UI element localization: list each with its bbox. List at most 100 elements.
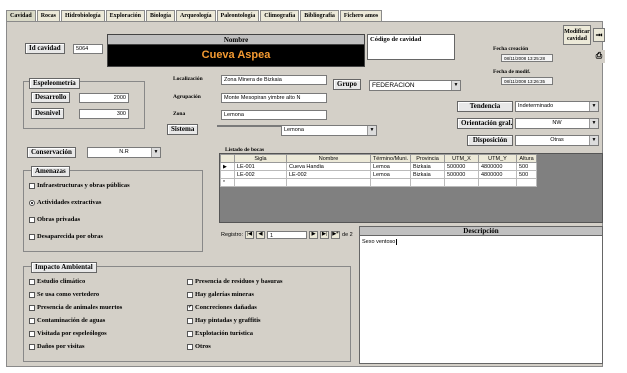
table-cell[interactable] [370, 178, 411, 187]
impacto-option[interactable]: Presencia de residuos y basuras [187, 278, 283, 285]
table-row[interactable]: ▶ LE-001 Cueva Handia Lemoa Bizkaia 500000 480… [220, 162, 537, 171]
checkbox-icon[interactable] [187, 317, 193, 324]
amenaza-option[interactable]: Infraestructuras y obras públicas [29, 182, 130, 189]
tendencia-combo[interactable]: Indeterminado ▼ [515, 101, 599, 112]
column-header[interactable]: Altura [516, 154, 537, 163]
column-header[interactable]: Sigla [234, 154, 287, 163]
table-cell[interactable] [516, 178, 537, 187]
checkbox-icon[interactable] [29, 199, 35, 206]
desarrollo-field[interactable]: 2000 [79, 93, 129, 103]
table-cell[interactable]: Lemoa [370, 162, 411, 171]
impacto-option[interactable]: Daños por visitas [29, 343, 85, 350]
checkbox-icon[interactable] [29, 330, 35, 337]
column-header[interactable]: Provincia [410, 154, 445, 163]
impacto-option[interactable]: Hay galerías mineras [187, 291, 254, 298]
impacto-option[interactable]: Presencia de animales muertos [29, 304, 122, 311]
conservacion-combo[interactable]: N.R ▼ [87, 147, 161, 158]
table-cell[interactable] [286, 178, 371, 187]
id-cavidad-field[interactable]: 5064 [73, 44, 103, 54]
new-row-icon[interactable]: * [220, 178, 235, 187]
table-cell[interactable] [234, 178, 287, 187]
chevron-down-icon[interactable]: ▼ [589, 136, 598, 145]
table-cell[interactable]: Bizkaia [410, 162, 445, 171]
table-cell[interactable]: LE-001 [234, 162, 287, 171]
column-header[interactable]: UTM_X [444, 154, 479, 163]
amenaza-option[interactable]: Obras privadas [29, 216, 80, 223]
agrupacion-field[interactable]: Monte Mesopiran yimbre alto N [221, 93, 327, 103]
checkbox-icon[interactable] [29, 304, 35, 311]
checkbox-icon[interactable] [187, 278, 193, 285]
column-header[interactable]: Nombre [286, 154, 371, 163]
disposicion-combo[interactable]: Otras ▼ [515, 135, 599, 146]
table-cell[interactable]: 500000 [444, 162, 479, 171]
checkbox-icon[interactable] [187, 330, 193, 337]
impacto-option[interactable]: Explotación turística [187, 330, 253, 337]
modify-cavidad-button[interactable]: Modificar cavidad [563, 25, 591, 45]
checkbox-icon[interactable] [187, 343, 193, 350]
table-cell[interactable] [478, 178, 517, 187]
descripcion-textarea[interactable]: Sexo ventoso​ [360, 236, 602, 248]
checkbox-icon[interactable] [29, 278, 35, 285]
row-selector-icon[interactable] [220, 170, 235, 179]
checkbox-icon[interactable] [29, 233, 35, 240]
new-record-icon[interactable]: ▶* [331, 231, 341, 239]
exit-door-icon[interactable]: ⭲ [593, 28, 605, 42]
localizacion-field[interactable]: Zona Minera de Bizkaia [221, 75, 327, 85]
table-row[interactable]: LE-002 LE-002 Lemoa Bizkaia 500000 4800000 500 [220, 170, 537, 179]
table-cell[interactable]: LE-002 [286, 170, 371, 179]
amenaza-option[interactable]: Actividades extractivas [29, 199, 101, 206]
table-cell[interactable]: Bizkaia [410, 170, 445, 179]
chevron-down-icon[interactable]: ▼ [151, 148, 160, 157]
name-field[interactable]: Cueva Aspea [108, 45, 364, 66]
zona-field[interactable]: Lemona [221, 110, 327, 120]
grupo-combo[interactable]: FEDERACION ▼ [369, 80, 461, 91]
table-cell[interactable] [410, 178, 445, 187]
sistema-blank-field[interactable] [217, 125, 281, 127]
checkbox-icon[interactable] [29, 216, 35, 223]
checkbox-icon[interactable] [29, 182, 35, 189]
sistema-combo[interactable]: Lemona ▼ [281, 125, 377, 136]
impacto-option[interactable]: Estudio climático [29, 278, 85, 285]
checkbox-icon[interactable] [29, 317, 35, 324]
table-cell[interactable]: LE-002 [234, 170, 287, 179]
impacto-option[interactable]: ✓ Concreciones dañadas [187, 304, 257, 311]
printer-icon[interactable]: ⎙ [593, 50, 605, 63]
prev-record-icon[interactable]: ◀ [256, 231, 266, 239]
table-cell[interactable]: Cueva Handia [286, 162, 371, 171]
table-cell[interactable]: 4800000 [478, 170, 517, 179]
chevron-down-icon[interactable]: ▼ [589, 102, 598, 111]
impacto-option[interactable]: Se usa como vertedero [29, 291, 99, 298]
conservacion-label: Conservación [27, 147, 76, 158]
row-selector-icon[interactable]: ▶ [220, 162, 235, 171]
chevron-down-icon[interactable]: ▼ [451, 81, 460, 90]
table-cell[interactable]: 4800000 [478, 162, 517, 171]
chevron-down-icon[interactable]: ▼ [367, 126, 376, 135]
chevron-down-icon[interactable]: ▼ [589, 119, 598, 128]
impacto-option[interactable]: Otros [187, 343, 211, 350]
table-cell[interactable]: Lemoa [370, 170, 411, 179]
checkbox-icon[interactable]: ✓ [187, 304, 193, 311]
next-record-icon[interactable]: ▶ [309, 231, 319, 239]
impacto-option[interactable]: Visitada por espeleólogos [29, 330, 107, 337]
column-header[interactable]: Término/Muni. [370, 154, 411, 163]
last-record-icon[interactable]: ▶| [320, 231, 330, 239]
checkbox-icon[interactable] [187, 291, 193, 298]
column-header[interactable]: UTM_Y [478, 154, 517, 163]
amenaza-option[interactable]: Desaparecida por obras [29, 233, 103, 240]
impacto-label: Presencia de residuos y basuras [195, 278, 283, 285]
desnivel-field[interactable]: 300 [79, 109, 129, 119]
checkbox-icon[interactable] [29, 291, 35, 298]
orientacion-combo[interactable]: NW ▼ [515, 118, 599, 129]
table-cell[interactable]: 500000 [444, 170, 479, 179]
table-cell[interactable]: 500 [516, 162, 537, 171]
table-cell[interactable] [444, 178, 479, 187]
impacto-option[interactable]: Hay pintadas y graffitis [187, 317, 261, 324]
checkbox-icon[interactable] [29, 343, 35, 350]
code-box[interactable]: Código de cavidad [367, 34, 455, 60]
record-number-field[interactable]: 1 [267, 231, 308, 239]
impacto-option[interactable]: Contaminación de aguas [29, 317, 105, 324]
first-record-icon[interactable]: |◀ [245, 231, 255, 239]
new-row[interactable]: * [220, 178, 537, 187]
disposicion-value: Otras [550, 137, 564, 143]
table-cell[interactable]: 500 [516, 170, 537, 179]
